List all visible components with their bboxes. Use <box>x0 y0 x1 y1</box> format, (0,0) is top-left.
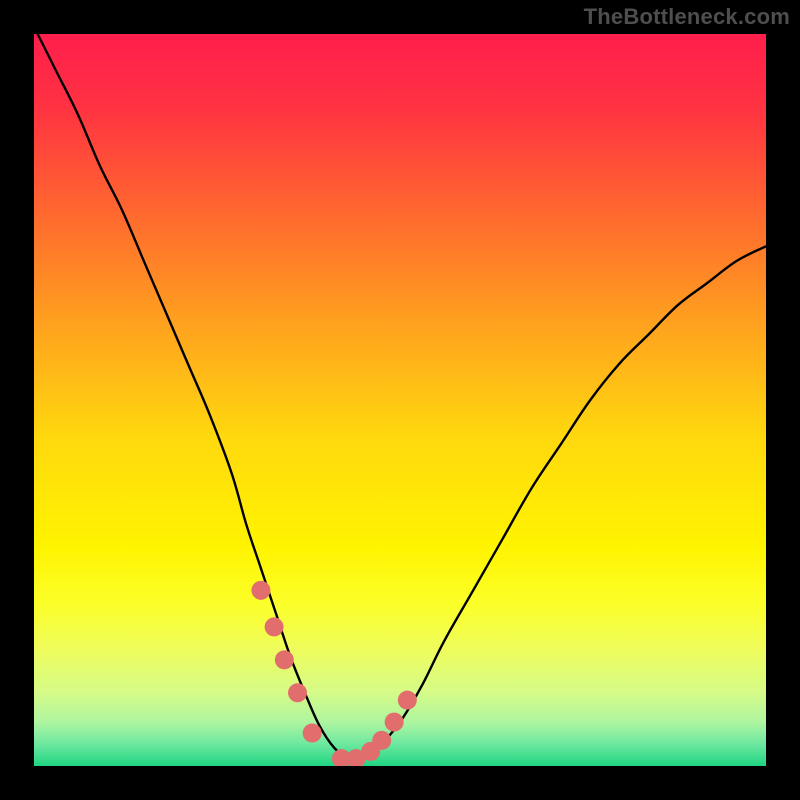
chart-frame: TheBottleneck.com <box>0 0 800 800</box>
marker-point <box>251 581 270 600</box>
marker-point <box>385 713 404 732</box>
bottleneck-chart <box>34 34 766 766</box>
marker-point <box>398 691 417 710</box>
plot-area <box>34 34 766 766</box>
marker-point <box>372 731 391 750</box>
marker-point <box>288 683 307 702</box>
gradient-background <box>34 34 766 766</box>
watermark-text: TheBottleneck.com <box>584 4 790 30</box>
marker-point <box>303 724 322 743</box>
marker-point <box>275 650 294 669</box>
marker-point <box>265 617 284 636</box>
